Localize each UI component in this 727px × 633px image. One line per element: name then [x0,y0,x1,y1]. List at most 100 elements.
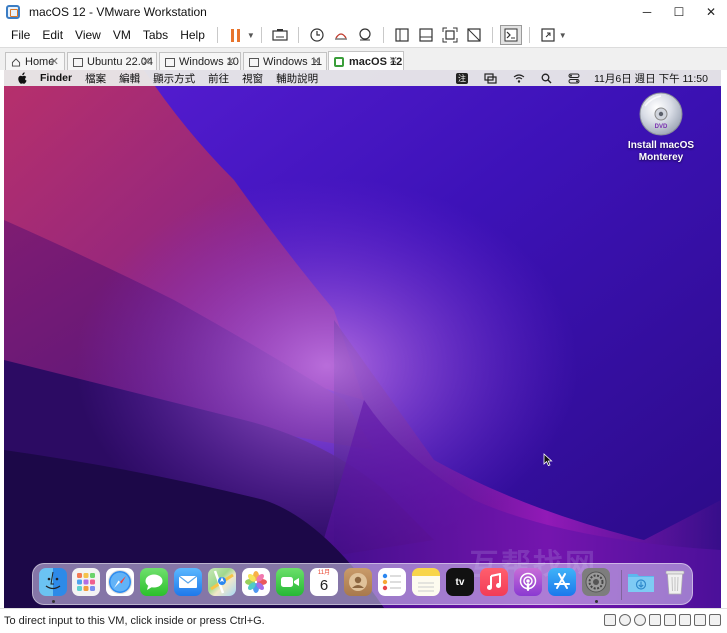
console-view-button[interactable] [499,25,522,45]
window-controls: ─ ☐ ✕ [631,0,727,24]
screen-mirroring-icon[interactable] [484,72,497,84]
menu-view[interactable]: View [69,28,107,42]
monterey-wallpaper [4,70,721,608]
trash-icon[interactable] [661,568,689,596]
toolbar-divider [216,27,218,43]
edit-menu[interactable]: 編輯 [119,71,140,86]
message-log-icon[interactable] [709,614,721,626]
close-tab-icon[interactable]: ✕ [142,55,151,68]
console-icon [504,28,518,42]
stretch-guest-button[interactable] [537,25,559,45]
launchpad-icon[interactable] [72,568,100,596]
stretch-dropdown-icon[interactable]: ▼ [559,31,567,40]
pause-dropdown-icon[interactable]: ▼ [247,31,255,40]
display-icon[interactable] [694,614,706,626]
status-message: To direct input to this VM, click inside… [4,615,265,627]
install-macos-dvd[interactable]: DVD Install macOS Monterey [621,92,701,164]
reminders-icon[interactable] [378,568,406,596]
menubar-clock[interactable]: 11月6日 週日 下午 11:50 [594,71,708,86]
menu-help[interactable]: Help [174,28,211,42]
dvd-label: Install macOS Monterey [627,140,695,163]
show-library-button[interactable] [391,25,413,45]
cd-dvd-2-icon[interactable] [634,614,646,626]
facetime-icon[interactable] [276,568,304,596]
menu-edit[interactable]: Edit [36,28,69,42]
system-preferences-icon[interactable] [582,568,610,596]
menu-file[interactable]: File [5,28,36,42]
go-menu[interactable]: 前往 [208,71,229,86]
dock-divider [621,570,622,600]
close-tab-icon[interactable]: ✕ [226,55,235,68]
unity-button[interactable] [463,25,485,45]
close-tab-icon[interactable]: ✕ [312,55,321,68]
show-thumbnail-button[interactable] [415,25,437,45]
home-icon [11,57,21,67]
file-menu[interactable]: 檔案 [85,71,106,86]
maximize-button[interactable]: ☐ [663,0,695,24]
unity-icon [467,28,481,42]
pause-button[interactable] [225,25,247,45]
vm-icon [73,57,83,67]
photos-icon[interactable] [242,568,270,596]
menu-vm[interactable]: VM [107,28,137,42]
tab-windows-10[interactable]: Windows 10 ✕ [159,52,241,71]
podcasts-icon[interactable] [514,568,542,596]
tab-macos-12[interactable]: macOS 12 ✕ [328,51,404,71]
window-title: macOS 12 - VMware Workstation [29,5,207,19]
tab-home[interactable]: Home ✕ [5,52,65,71]
minimize-button[interactable]: ─ [631,0,663,24]
finder-menu[interactable]: Finder [40,72,72,84]
hard-disk-icon[interactable] [604,614,616,626]
input-method-icon[interactable]: 注 [456,72,468,84]
tab-ubuntu[interactable]: Ubuntu 22.04 ✕ [67,52,157,71]
contacts-icon[interactable] [344,568,372,596]
close-tab-icon[interactable]: ✕ [50,55,59,68]
wifi-icon[interactable] [513,73,525,84]
send-ctrl-alt-del-button[interactable] [269,25,291,45]
vmware-app-icon [6,5,20,19]
vm-icon [249,57,259,67]
mail-icon[interactable] [174,568,202,596]
maps-icon[interactable] [208,568,236,596]
finder-icon[interactable] [39,568,67,596]
messages-icon[interactable] [140,568,168,596]
snapshot-manager-button[interactable] [354,25,376,45]
safari-icon[interactable] [106,568,134,596]
library-icon [395,28,409,42]
macos-dock: 11月 6 tv [32,563,693,605]
status-menus: 注 11月6日 週日 下午 11:50 [448,70,721,86]
notes-icon[interactable] [412,568,440,596]
sound-icon[interactable] [679,614,691,626]
vm-display[interactable]: Finder 檔案 編輯 顯示方式 前往 視窗 輔助說明 注 11月6日 週日 … [4,70,721,608]
toolbar-divider [260,27,262,43]
close-tab-icon[interactable]: ✕ [389,54,398,67]
spotlight-icon[interactable] [541,73,552,84]
help-menu[interactable]: 輔助說明 [276,71,318,86]
window-menu[interactable]: 視窗 [242,71,263,86]
full-screen-icon [442,27,458,43]
cd-dvd-icon[interactable] [619,614,631,626]
full-screen-button[interactable] [439,25,461,45]
calendar-month: 11月 [317,570,331,576]
usb-icon[interactable] [664,614,676,626]
apple-menu-icon[interactable] [17,72,28,84]
tab-windows-11[interactable]: Windows 11 ✕ [243,52,327,71]
tv-icon[interactable]: tv [446,568,474,596]
stretch-icon [541,28,555,42]
close-button[interactable]: ✕ [695,0,727,24]
downloads-folder-icon[interactable] [627,568,655,596]
macos-menubar: Finder 檔案 編輯 顯示方式 前往 視窗 輔助說明 注 11月6日 週日 … [4,70,721,86]
revert-snapshot-button[interactable] [330,25,352,45]
pause-icon [231,28,241,42]
snapshot-button[interactable] [306,25,328,45]
app-store-icon[interactable] [548,568,576,596]
menu-tabs[interactable]: Tabs [137,28,174,42]
calendar-icon[interactable]: 11月 6 [310,568,338,596]
vm-tab-strip: Home ✕ Ubuntu 22.04 ✕ Windows 10 ✕ Windo… [0,47,727,71]
mouse-cursor-icon [543,453,553,467]
music-icon[interactable] [480,568,508,596]
view-menu[interactable]: 顯示方式 [153,71,195,86]
svg-text:DVD: DVD [655,124,668,130]
network-icon[interactable] [649,614,661,626]
control-center-icon[interactable] [568,73,580,84]
